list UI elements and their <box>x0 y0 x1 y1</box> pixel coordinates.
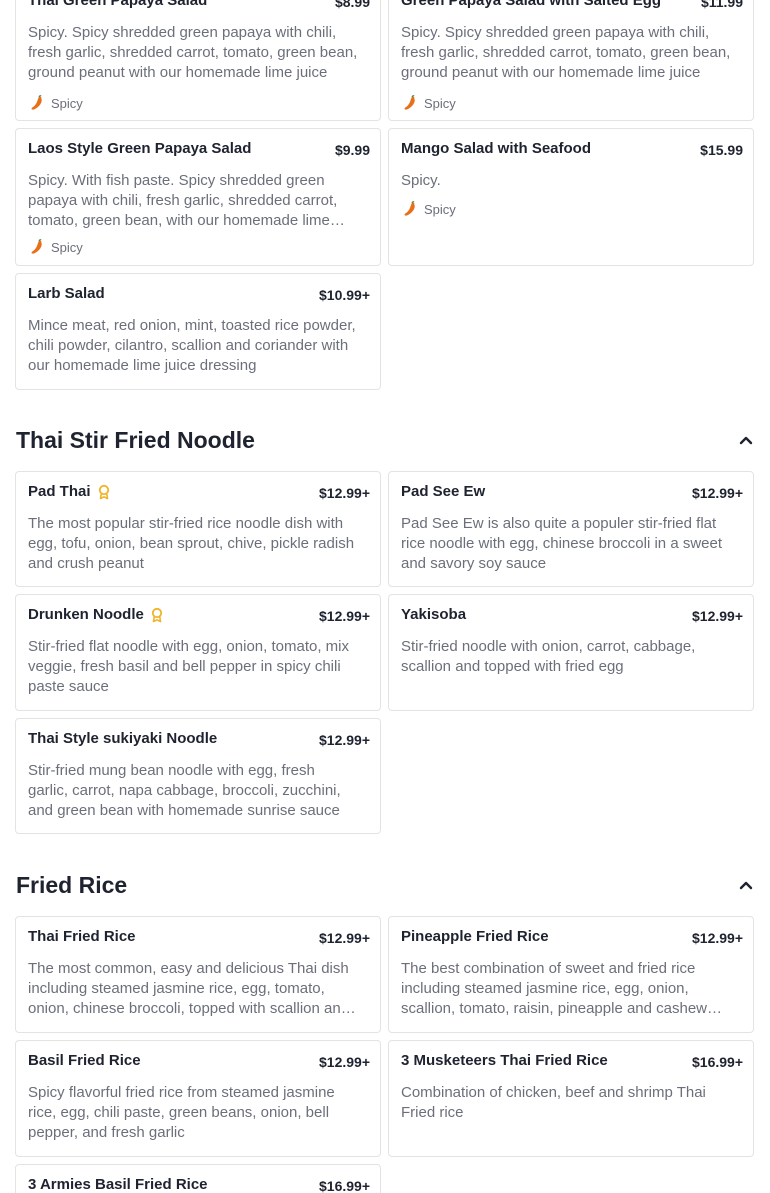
menu-item-card[interactable]: 3 Armies Basil Fried Rice $16.99+ <box>15 1164 381 1193</box>
spicy-tag: Spicy <box>29 95 83 111</box>
item-description: Spicy flavorful fried rice from steamed … <box>28 1084 335 1141</box>
tag-label: Spicy <box>51 239 83 255</box>
item-description: Spicy. With fish paste. Spicy shredded g… <box>28 172 338 229</box>
item-price: $12.99+ <box>319 608 370 624</box>
item-price: $12.99+ <box>319 930 370 946</box>
item-name: 3 Musketeers Thai Fried Rice <box>401 1052 608 1069</box>
item-price: $12.99+ <box>692 930 743 946</box>
item-price: $10.99+ <box>319 287 370 303</box>
chili-icon <box>31 239 42 254</box>
menu-item-card[interactable]: Basil Fried Rice $12.99+ Spicy flavorful… <box>15 1040 381 1157</box>
award-icon <box>151 607 162 622</box>
section-title: Fried Rice <box>16 872 128 898</box>
item-description: Combination of chicken, beef and shrimp … <box>401 1084 706 1121</box>
item-name-text: Drunken Noodle <box>28 606 144 623</box>
item-name: Green Papaya Salad with Salted Egg <box>401 0 662 9</box>
item-description: Spicy. Spicy shredded green papaya with … <box>28 24 358 81</box>
item-description: Stir-fried flat noodle with egg, onion, … <box>28 638 349 695</box>
menu-item-card[interactable]: 3 Musketeers Thai Fried Rice $16.99+ Com… <box>388 1040 754 1157</box>
item-name: Yakisoba <box>401 606 467 623</box>
tag-label: Spicy <box>424 201 456 217</box>
item-description: Spicy. Spicy shredded green papaya with … <box>401 24 731 81</box>
chili-icon <box>404 95 415 110</box>
menu-item-card[interactable]: Thai Green Papaya Salad $8.99 Spicy. Spi… <box>15 0 381 121</box>
collapse-section-button[interactable] <box>736 875 756 895</box>
item-price: $12.99+ <box>319 485 370 501</box>
item-price: $11.99 <box>700 0 743 10</box>
item-name: Mango Salad with Seafood <box>401 140 592 157</box>
menu-item-card[interactable]: Green Papaya Salad with Salted Egg $11.9… <box>388 0 754 121</box>
item-price: $12.99+ <box>319 1054 370 1070</box>
item-description: Mince meat, red onion, mint, toasted ric… <box>28 317 356 374</box>
menu-item-card[interactable]: Mango Salad with Seafood $15.99 Spicy. S… <box>388 128 754 266</box>
section-title: Thai Stir Fried Noodle <box>16 427 255 453</box>
item-name: Laos Style Green Papaya Salad <box>28 140 252 157</box>
tag-label: Spicy <box>51 95 83 111</box>
tag-label: Spicy <box>424 95 456 111</box>
chevron-up-icon <box>739 881 753 890</box>
item-description: Stir-fried noodle with onion, carrot, ca… <box>401 638 696 675</box>
item-name: Drunken Noodle <box>28 606 164 623</box>
award-icon <box>98 484 109 499</box>
item-description: Stir-fried mung bean noodle with egg, fr… <box>28 762 341 819</box>
item-price: $8.99 <box>334 0 370 10</box>
item-name: Thai Fried Rice <box>28 928 136 945</box>
menu-item-card[interactable]: Yakisoba $12.99+ Stir-fried noodle with … <box>388 594 754 711</box>
menu-item-card[interactable]: Pineapple Fried Rice $12.99+ The best co… <box>388 916 754 1033</box>
item-description: Pad See Ew is also quite a populer stir-… <box>401 515 723 572</box>
item-price: $16.99+ <box>319 1178 370 1193</box>
item-price: $15.99 <box>700 142 743 158</box>
spicy-tag: Spicy <box>29 239 83 255</box>
item-name-text: Pad Thai <box>28 483 91 500</box>
item-name: Basil Fried Rice <box>28 1052 141 1069</box>
item-description: The most popular stir-fried rice noodle … <box>28 515 355 572</box>
item-price: $16.99+ <box>692 1054 743 1070</box>
menu-item-card[interactable]: Drunken Noodle $12.99+ Stir-fried flat n… <box>15 594 381 711</box>
item-price: $12.99+ <box>319 732 370 748</box>
menu-item-card[interactable]: Larb Salad $10.99+ Mince meat, red onion… <box>15 273 381 390</box>
item-name: Thai Green Papaya Salad <box>28 0 208 9</box>
spicy-tag: Spicy <box>402 201 456 217</box>
menu-item-card[interactable]: Laos Style Green Papaya Salad $9.99 Spic… <box>15 128 381 266</box>
menu-item-card[interactable]: Thai Fried Rice $12.99+ The most common,… <box>15 916 381 1033</box>
item-price: $12.99+ <box>692 485 743 501</box>
menu-item-card[interactable]: Thai Style sukiyaki Noodle $12.99+ Stir-… <box>15 718 381 834</box>
item-price: $12.99+ <box>692 608 743 624</box>
chili-icon <box>404 201 415 216</box>
menu-item-card[interactable]: Pad See Ew $12.99+ Pad See Ew is also qu… <box>388 471 754 587</box>
item-description: The best combination of sweet and fried … <box>401 960 708 1017</box>
spicy-tag: Spicy <box>402 95 456 111</box>
item-name: Thai Style sukiyaki Noodle <box>28 730 218 747</box>
item-name: Larb Salad <box>28 285 105 302</box>
collapse-section-button[interactable] <box>736 430 756 450</box>
item-name: 3 Armies Basil Fried Rice <box>28 1176 208 1193</box>
menu-item-card[interactable]: Pad Thai $12.99+ The most popular stir-f… <box>15 471 381 587</box>
item-name: Pineapple Fried Rice <box>401 928 549 945</box>
chevron-up-icon <box>739 436 753 445</box>
item-name: Pad See Ew <box>401 483 486 500</box>
item-name: Pad Thai <box>28 483 111 500</box>
item-description: Spicy. <box>401 172 441 189</box>
item-description: The most common, easy and delicious Thai… <box>28 960 350 1017</box>
chili-icon <box>31 95 42 110</box>
item-price: $9.99 <box>334 142 370 158</box>
